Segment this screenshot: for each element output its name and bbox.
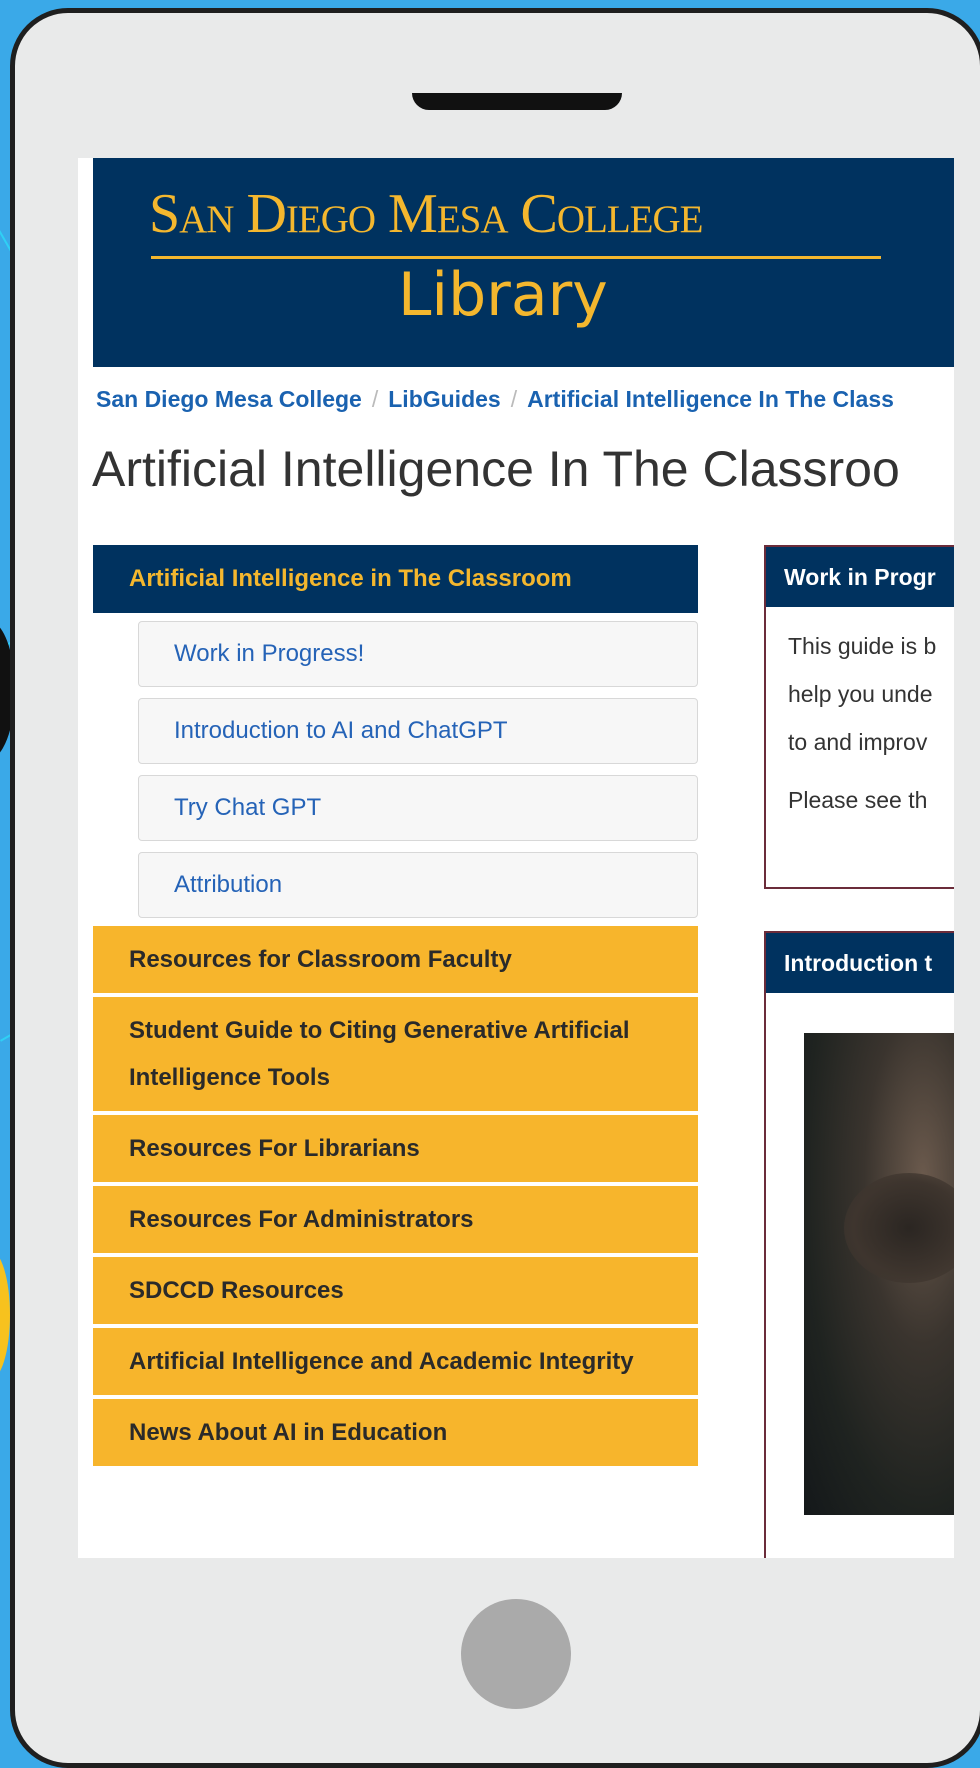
background-blob	[0, 1250, 10, 1380]
breadcrumb-separator: /	[371, 386, 379, 412]
guide-nav: Artificial Intelligence in The Classroom…	[93, 545, 698, 1470]
phone-screen: San Diego Mesa College Library San Diego…	[78, 158, 954, 1558]
panel-title: Introduction t	[766, 933, 954, 993]
breadcrumb-link[interactable]: San Diego Mesa College	[96, 386, 362, 412]
panel-text-line: Please see th	[788, 787, 928, 813]
banner-divider	[151, 256, 881, 259]
nav-item[interactable]: Resources For Librarians	[93, 1115, 698, 1186]
home-button[interactable]	[461, 1599, 571, 1709]
nav-item[interactable]: News About AI in Education	[93, 1399, 698, 1470]
panel-text-line: This guide is b	[788, 633, 937, 659]
page-title: Artificial Intelligence In The Classroo	[92, 441, 900, 497]
nav-item[interactable]: Resources For Administrators	[93, 1186, 698, 1257]
nav-item[interactable]: Student Guide to Citing Generative Artif…	[93, 997, 698, 1115]
subnav-item[interactable]: Attribution	[138, 852, 698, 918]
video-thumbnail[interactable]	[804, 1033, 954, 1515]
nav-item[interactable]: Resources for Classroom Faculty	[93, 926, 698, 997]
nav-item-active[interactable]: Artificial Intelligence in The Classroom	[93, 545, 698, 613]
thumbnail-detail	[844, 1173, 954, 1283]
subnav-item[interactable]: Introduction to AI and ChatGPT	[138, 698, 698, 764]
work-in-progress-panel: Work in Progr This guide is b help you u…	[764, 545, 954, 889]
library-banner[interactable]: San Diego Mesa College Library	[93, 158, 954, 367]
college-name: San Diego Mesa College	[149, 183, 703, 245]
nav-item[interactable]: Artificial Intelligence and Academic Int…	[93, 1328, 698, 1399]
subnav: Work in Progress! Introduction to AI and…	[93, 613, 698, 918]
subnav-item[interactable]: Work in Progress!	[138, 621, 698, 687]
panel-text-line: help you unde	[788, 681, 933, 707]
introduction-panel: Introduction t	[764, 931, 954, 1558]
breadcrumb-link[interactable]: Artificial Intelligence In The Class	[527, 386, 894, 412]
panel-body: This guide is b help you unde to and imp…	[766, 607, 954, 839]
panel-text-line: to and improv	[788, 729, 928, 755]
breadcrumb-separator: /	[510, 386, 518, 412]
subnav-item[interactable]: Try Chat GPT	[138, 775, 698, 841]
phone-notch	[412, 93, 622, 110]
breadcrumb: San Diego Mesa College / LibGuides / Artific…	[96, 386, 894, 413]
breadcrumb-link[interactable]: LibGuides	[388, 386, 500, 412]
panel-title: Work in Progr	[766, 547, 954, 607]
library-label: Library	[398, 260, 608, 330]
phone-frame: San Diego Mesa College Library San Diego…	[10, 8, 980, 1768]
nav-item[interactable]: SDCCD Resources	[93, 1257, 698, 1328]
